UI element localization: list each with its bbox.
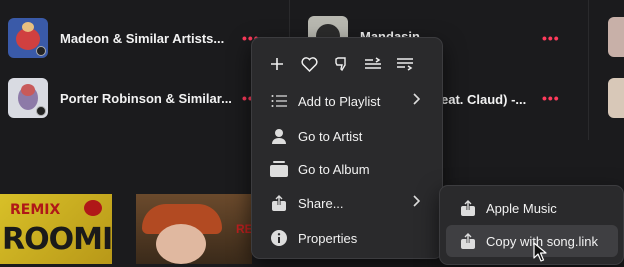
mouse-cursor-icon	[533, 242, 547, 267]
chevron-right-icon	[412, 194, 421, 212]
love-icon[interactable]	[297, 52, 321, 76]
column-divider	[588, 0, 589, 140]
row-title: Madeon & Similar Artists...	[60, 30, 225, 46]
menu-item-share[interactable]: Share...	[252, 188, 442, 218]
album-icon	[269, 159, 289, 179]
share-submenu: Apple Music Copy with song.link	[439, 185, 624, 265]
album-artwork[interactable]: RE	[136, 194, 252, 264]
submenu-item-copy-with-song-link[interactable]: Copy with song.link	[446, 225, 618, 257]
share-icon	[458, 198, 478, 218]
row-thumbnail	[608, 78, 624, 118]
chevron-right-icon	[412, 92, 421, 110]
row-thumbnail	[8, 18, 48, 58]
menu-item-add-to-playlist[interactable]: Add to Playlist	[252, 86, 442, 116]
more-options-button[interactable]: •••	[542, 90, 560, 106]
play-last-icon[interactable]	[393, 52, 417, 76]
playlist-icon	[269, 91, 289, 111]
row-thumbnail	[8, 78, 48, 118]
menu-item-go-to-artist[interactable]: Go to Artist	[252, 121, 442, 151]
info-icon	[269, 228, 289, 248]
menu-item-properties[interactable]: Properties	[252, 223, 442, 253]
row-thumbnail	[608, 17, 624, 57]
list-item[interactable]: Madeon & Similar Artists...	[8, 16, 268, 60]
menu-item-label: Go to Artist	[298, 128, 363, 144]
row-title: Porter Robinson & Similar...	[60, 90, 232, 106]
list-item[interactable]: Porter Robinson & Similar...	[8, 76, 268, 120]
submenu-item-label: Apple Music	[486, 200, 557, 216]
artist-icon	[269, 126, 289, 146]
menu-item-label: Add to Playlist	[298, 93, 381, 109]
dislike-icon[interactable]	[329, 52, 353, 76]
menu-item-go-to-album[interactable]: Go to Album	[252, 154, 442, 184]
artwork-label: REMIX	[10, 202, 61, 218]
share-icon	[458, 231, 478, 251]
submenu-item-apple-music[interactable]: Apple Music	[446, 192, 618, 224]
add-icon[interactable]	[265, 52, 289, 76]
context-menu: Add to Playlist Go to Artist Go to Album…	[251, 37, 443, 259]
menu-item-label: Go to Album	[298, 161, 370, 177]
artwork-title: ROOMIN	[2, 222, 112, 257]
more-options-button[interactable]: •••	[542, 30, 560, 46]
menu-item-label: Properties	[298, 230, 358, 246]
row-title: eat. Claud) -...	[441, 92, 527, 107]
share-icon	[269, 193, 289, 213]
album-artwork[interactable]: REMIX ROOMIN	[0, 194, 112, 264]
artwork-label: RE	[236, 222, 252, 236]
menu-item-label: Share...	[298, 195, 344, 211]
play-next-icon[interactable]	[361, 52, 385, 76]
quick-actions-bar	[252, 52, 442, 76]
